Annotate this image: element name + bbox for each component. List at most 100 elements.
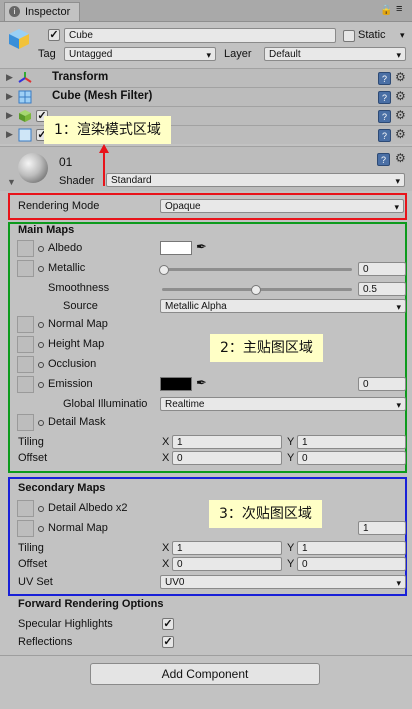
- gear-icon[interactable]: ⚙: [395, 70, 406, 84]
- normal-map-label: Normal Map: [48, 318, 108, 330]
- mesh-renderer-icon: [18, 109, 32, 123]
- secondary-tiling-y-label: Y: [287, 542, 295, 554]
- expand-arrow-icon[interactable]: ▶: [6, 91, 13, 102]
- gear-icon[interactable]: ⚙: [395, 108, 406, 122]
- box-collider-icon: [18, 128, 32, 142]
- metallic-slider[interactable]: [162, 268, 352, 271]
- metallic-label: Metallic: [48, 262, 86, 274]
- secondary-offset-x-label: X: [162, 558, 170, 570]
- detail-mask-dot-icon: [38, 420, 44, 426]
- detail-mask-label: Detail Mask: [48, 416, 106, 428]
- metallic-dot-icon: [38, 266, 44, 272]
- expand-arrow-icon[interactable]: ▶: [6, 129, 13, 140]
- secondary-offset-x-field[interactable]: 0: [172, 557, 282, 571]
- help-icon[interactable]: ?: [378, 110, 391, 123]
- offset-y-label: Y: [287, 452, 295, 464]
- offset-y-field[interactable]: 0: [297, 451, 406, 465]
- secondary-tiling-y-field[interactable]: 1: [297, 541, 406, 555]
- detail-albedo-dot-icon: [38, 506, 44, 512]
- albedo-dot-icon: [38, 246, 44, 252]
- gear-icon[interactable]: ⚙: [395, 89, 406, 103]
- source-dropdown[interactable]: Metallic Alpha: [160, 299, 406, 313]
- occlusion-label: Occlusion: [48, 358, 97, 370]
- occlusion-texture-slot[interactable]: [17, 356, 34, 373]
- secondary-offset-label: Offset: [18, 558, 48, 570]
- global-illumination-dropdown[interactable]: Realtime: [160, 397, 406, 411]
- layer-label: Layer: [224, 48, 252, 60]
- metallic-value-field[interactable]: 0: [358, 262, 406, 276]
- static-checkbox[interactable]: [343, 30, 355, 42]
- smoothness-label: Smoothness: [48, 282, 110, 294]
- help-icon[interactable]: ?: [378, 72, 391, 85]
- info-icon: i: [9, 6, 20, 17]
- help-icon[interactable]: ?: [378, 91, 391, 104]
- albedo-color-swatch[interactable]: [160, 241, 192, 255]
- smoothness-value-field[interactable]: 0.5: [358, 282, 406, 296]
- component-name: Transform: [52, 71, 109, 83]
- secondary-offset-y-field[interactable]: 0: [297, 557, 406, 571]
- inspector-tab[interactable]: i Inspector: [4, 2, 80, 21]
- secondary-tiling-x-field[interactable]: 1: [172, 541, 282, 555]
- emission-color-swatch[interactable]: [160, 377, 192, 391]
- albedo-label: Albedo: [48, 242, 83, 254]
- eyedropper-icon[interactable]: ✒: [196, 239, 207, 255]
- secondary-tiling-x-label: X: [162, 542, 170, 554]
- expand-arrow-icon[interactable]: ▶: [6, 72, 13, 83]
- object-name-field[interactable]: Cube: [64, 28, 336, 43]
- emission-value-field[interactable]: 0: [358, 377, 406, 391]
- help-icon[interactable]: ?: [378, 129, 391, 142]
- active-checkbox[interactable]: ✓: [48, 29, 60, 41]
- help-icon[interactable]: ?: [377, 153, 390, 166]
- secondary-normal-map-label: Normal Map: [48, 522, 108, 534]
- inspector-tab-label: Inspector: [25, 6, 71, 18]
- secondary-tiling-label: Tiling: [18, 542, 44, 554]
- albedo-texture-slot[interactable]: [17, 240, 34, 257]
- metallic-texture-slot[interactable]: [17, 260, 34, 277]
- offset-x-label: X: [162, 452, 170, 464]
- secondary-normal-map-dot-icon: [38, 526, 44, 532]
- offset-label: Offset: [18, 452, 48, 464]
- smoothness-slider-knob[interactable]: [251, 285, 261, 295]
- rendering-mode-dropdown[interactable]: Opaque: [160, 199, 404, 213]
- detail-albedo-texture-slot[interactable]: [17, 500, 34, 517]
- offset-x-field[interactable]: 0: [172, 451, 282, 465]
- gear-icon[interactable]: ⚙: [395, 151, 406, 165]
- source-label: Source: [63, 300, 98, 312]
- expand-arrow-icon[interactable]: ▶: [6, 110, 13, 121]
- uv-set-label: UV Set: [18, 576, 53, 588]
- metallic-slider-knob[interactable]: [159, 265, 169, 275]
- normal-map-texture-slot[interactable]: [17, 316, 34, 333]
- tiling-x-label: X: [162, 436, 170, 448]
- lock-icon[interactable]: 🔒: [380, 5, 392, 16]
- emission-dot-icon: [38, 382, 44, 388]
- specular-highlights-checkbox[interactable]: ✓: [162, 618, 174, 630]
- secondary-normal-map-texture-slot[interactable]: [17, 520, 34, 537]
- component-mesh-filter[interactable]: ▶ Cube (Mesh Filter) ? ⚙: [0, 87, 412, 106]
- height-map-texture-slot[interactable]: [17, 336, 34, 353]
- shader-dropdown[interactable]: Standard: [106, 173, 405, 187]
- annotation-main-maps: 2：主贴图区域: [210, 334, 323, 362]
- material-expand-icon[interactable]: ▼: [7, 177, 16, 187]
- emission-label: Emission: [48, 378, 93, 390]
- tag-dropdown[interactable]: Untagged: [64, 47, 216, 61]
- reflections-checkbox[interactable]: ✓: [162, 636, 174, 648]
- layer-dropdown[interactable]: Default: [264, 47, 406, 61]
- tag-label: Tag: [38, 48, 56, 60]
- static-dropdown-icon[interactable]: ▾: [400, 30, 405, 41]
- secondary-normal-value-field[interactable]: 1: [358, 521, 406, 535]
- uv-set-dropdown[interactable]: UV0: [160, 575, 406, 589]
- menu-icon[interactable]: ≡: [396, 3, 402, 15]
- detail-mask-texture-slot[interactable]: [17, 414, 34, 431]
- add-component-button[interactable]: Add Component: [90, 663, 320, 685]
- tiling-y-field[interactable]: 1: [297, 435, 406, 449]
- global-illumination-label: Global Illuminatio: [63, 398, 148, 410]
- component-transform[interactable]: ▶ Transform ? ⚙: [0, 68, 412, 87]
- emission-texture-slot[interactable]: [17, 376, 34, 393]
- static-label: Static: [358, 29, 386, 41]
- rendering-mode-label: Rendering Mode: [18, 200, 100, 212]
- detail-albedo-label: Detail Albedo x2: [48, 502, 128, 514]
- transform-icon: [18, 71, 32, 85]
- gear-icon[interactable]: ⚙: [395, 127, 406, 141]
- eyedropper-icon[interactable]: ✒: [196, 375, 207, 391]
- tiling-x-field[interactable]: 1: [172, 435, 282, 449]
